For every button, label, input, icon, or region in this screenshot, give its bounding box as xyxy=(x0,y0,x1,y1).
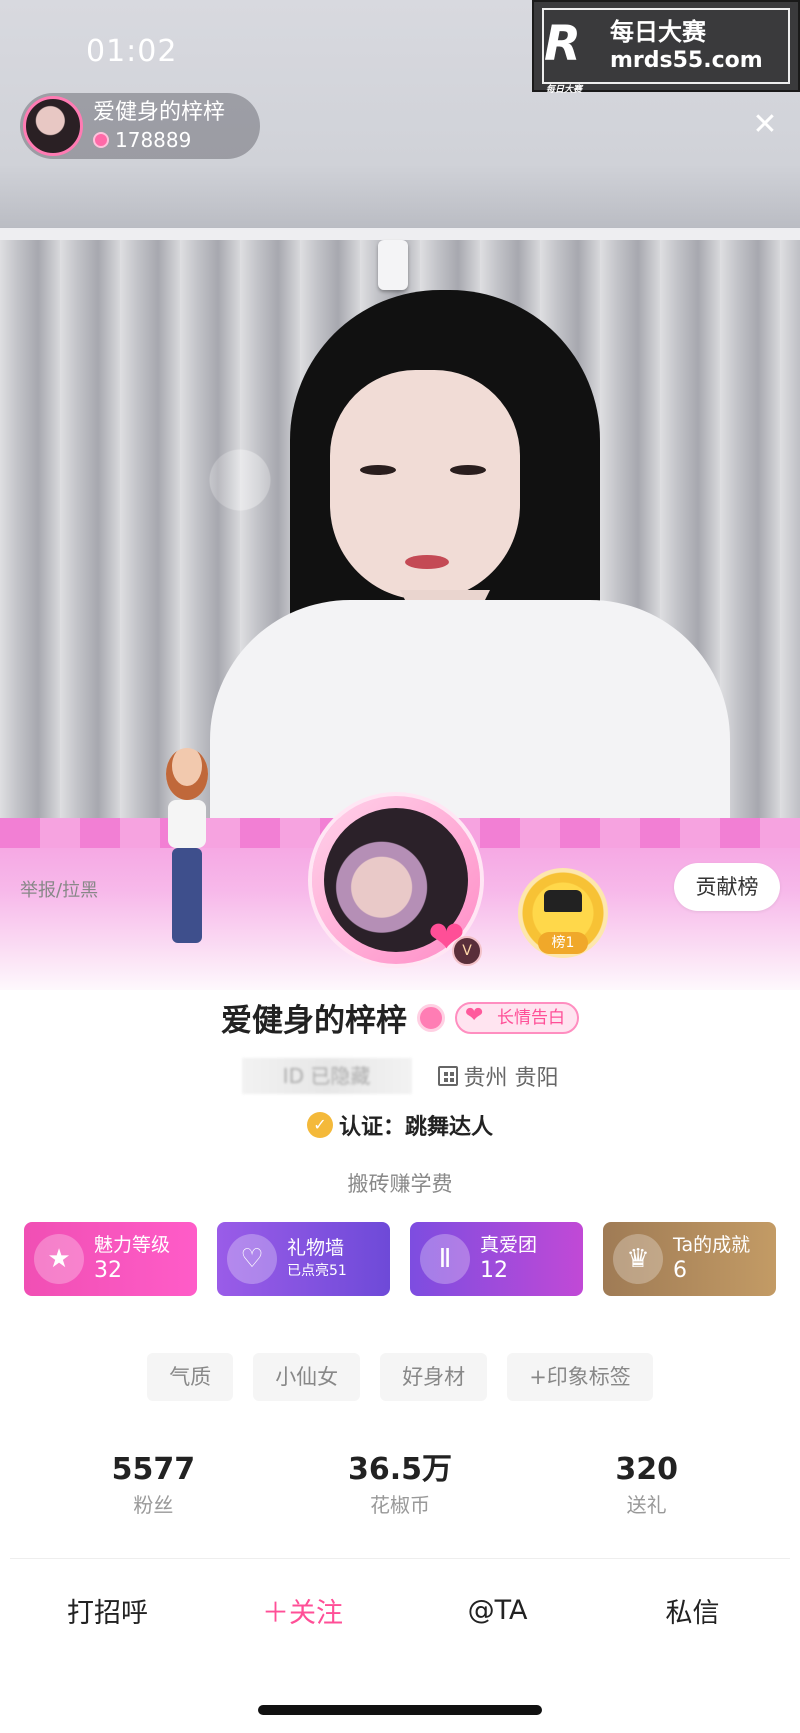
host-name: 爱健身的梓梓 xyxy=(93,100,226,125)
watermark-title: 每日大赛 xyxy=(610,18,706,46)
gifts-sent-stat[interactable]: 320 送礼 xyxy=(547,1450,747,1520)
verified-check-icon: ✓ xyxy=(306,1112,333,1138)
coins-stat[interactable]: 36.5万 花椒币 xyxy=(300,1450,500,1520)
curtain-rail xyxy=(0,228,800,240)
trophy-icon: ♛ xyxy=(613,1234,663,1284)
divider xyxy=(10,1558,790,1559)
host-count: 178889 xyxy=(115,128,192,152)
ceiling-hook xyxy=(378,240,408,290)
add-impression-tag-button[interactable]: +印象标签 xyxy=(507,1353,653,1401)
star-icon: ★ xyxy=(34,1234,84,1284)
contribution-rank-button[interactable]: 贡献榜 xyxy=(674,863,780,911)
rank-badge[interactable]: 榜1 xyxy=(518,868,608,958)
verification-text: 认证：跳舞达人 xyxy=(338,1115,493,1140)
impression-tag[interactable]: 小仙女 xyxy=(253,1353,361,1401)
report-block-link[interactable]: 举报/拉黑 xyxy=(20,876,98,902)
host-info-pill[interactable]: 爱健身的梓梓 178889 xyxy=(20,93,260,159)
charm-level-card[interactable]: ★ 魅力等级 32 xyxy=(24,1222,197,1296)
watermark-url: mrds55.com xyxy=(610,48,763,73)
follow-button[interactable]: ＋关注 xyxy=(213,1591,393,1630)
mention-button[interactable]: @TA xyxy=(408,1595,588,1626)
rank-label: 榜1 xyxy=(538,932,588,954)
close-icon[interactable]: ✕ xyxy=(750,110,780,140)
vip-badge-icon: V xyxy=(452,936,482,966)
pepper-coin-icon xyxy=(93,132,109,148)
home-indicator[interactable] xyxy=(258,1705,542,1715)
confession-tag[interactable]: 长情告白 xyxy=(455,1001,579,1034)
location-text: 贵州 贵阳 xyxy=(463,1066,559,1091)
achievement-card[interactable]: ♛ Ta的成就 6 xyxy=(603,1222,776,1296)
impression-tag[interactable]: 好身材 xyxy=(380,1353,488,1401)
gift-wall-card[interactable]: ♡ 礼物墙 已点亮51 xyxy=(217,1222,390,1296)
streamer-video xyxy=(210,290,750,830)
rank-mascot-icon xyxy=(544,890,582,912)
building-icon xyxy=(437,1066,458,1086)
watermark-logo: R 每日大赛 每日大赛 mrds55.com xyxy=(532,0,800,95)
followers-stat[interactable]: 5577 粉丝 xyxy=(53,1450,253,1520)
fan-group-icon: Ⅱ xyxy=(420,1234,470,1284)
profile-bio: 搬砖赚学费 xyxy=(347,1172,453,1196)
blurred-user-id: ID 已隐藏 xyxy=(241,1058,412,1094)
impression-tag[interactable]: 气质 xyxy=(147,1353,234,1401)
avatar-3d-figure[interactable] xyxy=(158,748,218,953)
host-avatar[interactable] xyxy=(23,96,83,156)
status-time: 01:02 xyxy=(86,34,178,69)
level-icon xyxy=(417,1003,445,1032)
fan-group-card[interactable]: Ⅱ 真爱团 12 xyxy=(410,1222,583,1296)
private-message-button[interactable]: 私信 xyxy=(603,1591,783,1630)
greet-button[interactable]: 打招呼 xyxy=(18,1591,198,1630)
watermark-r-logo: R 每日大赛 xyxy=(544,16,583,95)
profile-name: 爱健身的梓梓 xyxy=(221,1003,407,1039)
heart-icon: ♡ xyxy=(227,1234,277,1284)
